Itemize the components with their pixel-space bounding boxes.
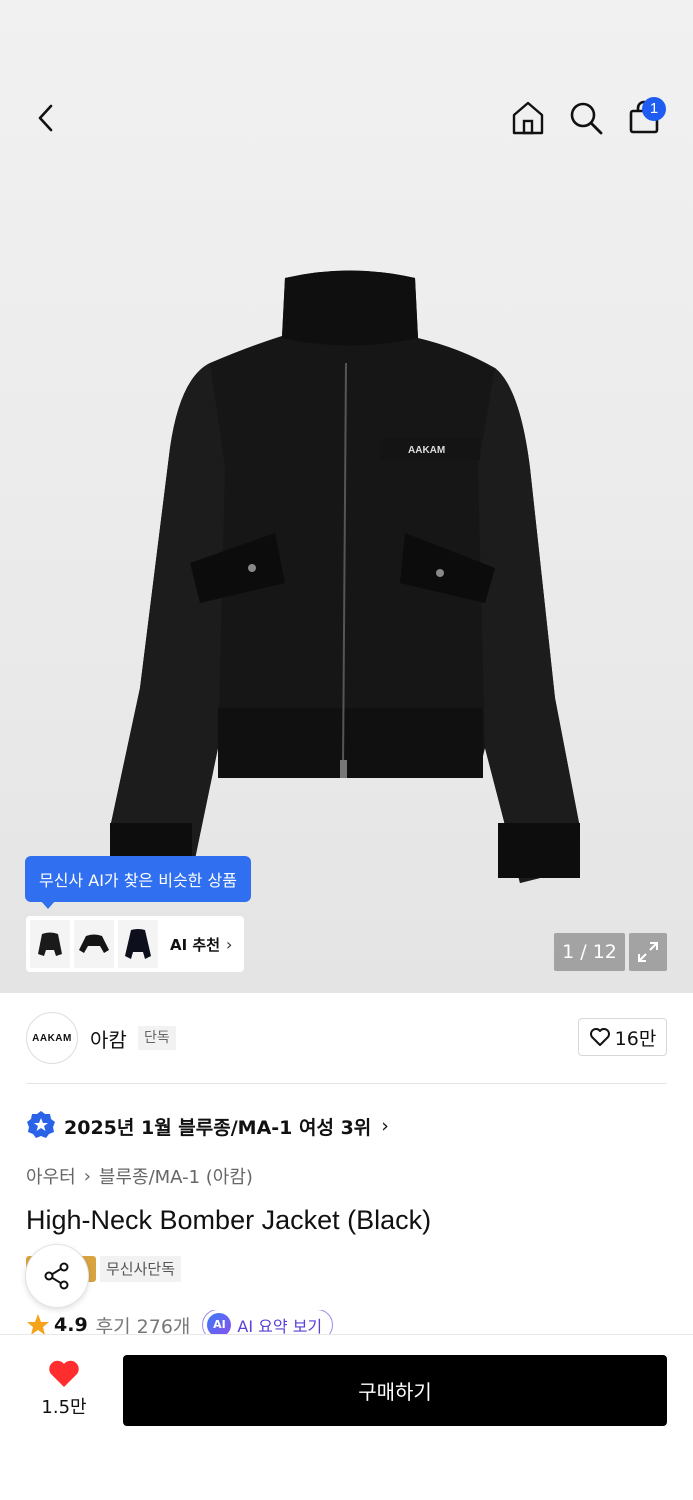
brand-row: AAKAM 아캄 단독 16만 — [26, 1012, 667, 1064]
share-button[interactable] — [25, 1244, 89, 1308]
brand-exclusive-tag: 단독 — [138, 1026, 176, 1050]
product-image-jacket[interactable]: AAKAM — [100, 268, 600, 888]
similar-product-thumb[interactable] — [30, 920, 70, 968]
breadcrumb: 아우터 › 블루종/MA-1 (아캄) — [26, 1163, 253, 1189]
share-icon — [44, 1262, 69, 1290]
wishlist-count: 1.5만 — [41, 1397, 87, 1418]
heart-filled-icon — [49, 1360, 79, 1387]
expand-icon — [638, 942, 658, 962]
similar-product-thumb[interactable] — [74, 920, 114, 968]
product-title: High-Neck Bomber Jacket (Black) — [26, 1205, 432, 1235]
home-icon — [512, 101, 544, 135]
back-button[interactable] — [22, 94, 70, 142]
ai-recommend-label[interactable]: AI 추천 — [170, 934, 220, 955]
chevron-right-icon: › — [226, 934, 233, 954]
chevron-right-icon: › — [83, 1165, 91, 1187]
brand-name-link[interactable]: 아캄 — [90, 1024, 127, 1053]
top-nav-bar — [0, 88, 693, 148]
divider — [26, 1083, 667, 1084]
heart-outline-icon — [589, 1028, 610, 1046]
chevron-right-icon: › — [381, 1115, 389, 1137]
bottom-purchase-bar: 1.5만 구매하기 — [0, 1334, 693, 1500]
brand-logo[interactable]: AAKAM — [26, 1012, 78, 1064]
wishlist-button[interactable]: 1.5만 — [26, 1351, 102, 1427]
search-button[interactable] — [562, 94, 610, 142]
brand-like-button[interactable]: 16만 — [578, 1018, 667, 1056]
similar-product-thumb[interactable] — [118, 920, 158, 968]
ai-similar-tooltip[interactable]: 무신사 AI가 찾은 비슷한 상품 — [25, 856, 251, 909]
breadcrumb-subcategory[interactable]: 블루종/MA-1 (아캄) — [99, 1163, 253, 1189]
fullscreen-button[interactable] — [629, 933, 667, 971]
musinsa-exclusive-badge: 무신사단독 — [100, 1256, 182, 1282]
brand-like-count: 16만 — [614, 1027, 657, 1050]
image-page-counter: 1 / 12 — [554, 933, 625, 971]
jacket-logo-text: AAKAM — [408, 445, 445, 456]
home-button[interactable] — [504, 94, 552, 142]
rating-value: 4.9 — [54, 1314, 88, 1336]
ranking-link[interactable]: 2025년 1월 블루종/MA-1 여성 3위 › — [26, 1110, 389, 1142]
buy-button[interactable]: 구매하기 — [123, 1355, 667, 1426]
cart-count-badge: 1 — [642, 97, 666, 121]
ranking-text: 2025년 1월 블루종/MA-1 여성 3위 — [64, 1116, 372, 1139]
breadcrumb-category[interactable]: 아우터 — [26, 1163, 76, 1189]
product-gallery[interactable]: 1 AAKAM 무신사 AI가 찾은 비슷한 상품 AI 추천 › 1 / 12 — [0, 0, 693, 993]
ranking-medal-icon — [27, 1111, 55, 1138]
ai-recommend-strip[interactable]: AI 추천 › — [26, 916, 244, 972]
search-icon — [570, 102, 603, 135]
chevron-left-icon — [38, 104, 53, 132]
